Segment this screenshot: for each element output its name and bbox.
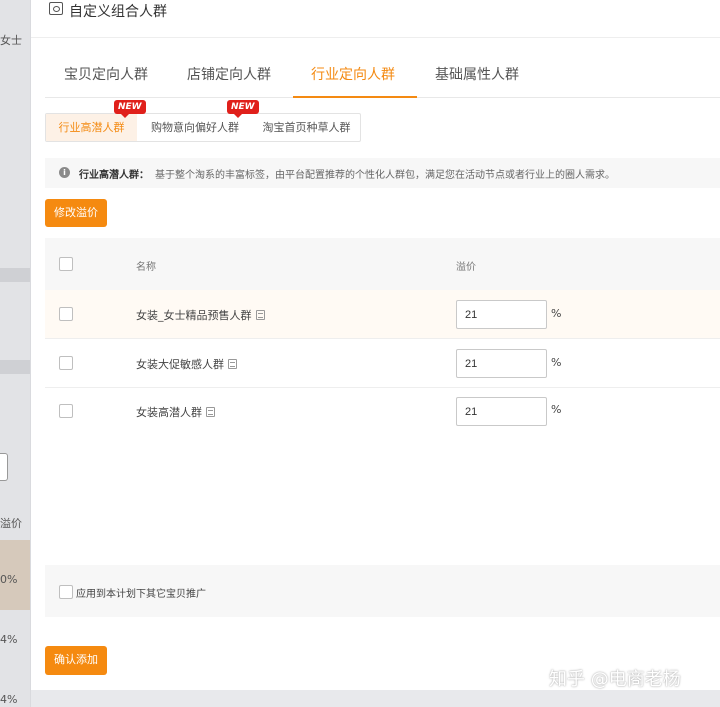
background-text: 溢价	[0, 517, 22, 530]
background-text: 女士	[0, 34, 22, 47]
apply-label: 应用到本计划下其它宝贝推广	[76, 589, 206, 600]
table-header: 名称 溢价	[45, 238, 720, 290]
tab-store-audience[interactable]: 店铺定向人群	[187, 64, 271, 84]
audience-icon	[49, 2, 63, 15]
table-row: 女装高潜人群 %	[45, 388, 720, 437]
table-row: 女装_女士精品预售人群 %	[45, 290, 720, 339]
subtab-shopping-intent[interactable]: 购物意向偏好人群 NEW	[137, 100, 259, 141]
audience-name: 女装_女士精品预售人群	[136, 307, 265, 323]
background-text: 0%	[0, 573, 18, 586]
subtab-label: 购物意向偏好人群	[151, 121, 239, 134]
premium-input[interactable]	[456, 300, 547, 329]
notice-label: 行业高潜人群：	[79, 170, 149, 181]
sub-tabs: 行业高潜人群 NEW 购物意向偏好人群 NEW 淘宝首页种草人群	[45, 100, 361, 142]
row-checkbox[interactable]	[59, 404, 73, 418]
audience-name-text: 女装_女士精品预售人群	[136, 309, 252, 322]
subtab-label: 淘宝首页种草人群	[262, 121, 351, 134]
info-notice: i 行业高潜人群： 基于整个淘系的丰富标签，由平台配置推荐的个性化人群包，满足您…	[45, 158, 720, 188]
row-checkbox[interactable]	[59, 307, 73, 321]
background-input	[0, 453, 8, 481]
table-row: 女装大促敏感人群 %	[45, 339, 720, 388]
apply-to-other-items: 应用到本计划下其它宝贝推广	[45, 565, 720, 617]
apply-checkbox[interactable]	[59, 585, 73, 599]
background-band	[0, 360, 30, 374]
column-premium: 溢价	[456, 262, 476, 273]
audience-tabs: 宝贝定向人群 店铺定向人群 行业定向人群 基础属性人群	[45, 55, 720, 98]
notice-text: 基于整个淘系的丰富标签，由平台配置推荐的个性化人群包，满足您在活动节点或者行业上…	[155, 170, 615, 181]
audience-name: 女装高潜人群	[136, 404, 215, 420]
detail-icon[interactable]	[255, 310, 265, 320]
confirm-add-button[interactable]: 确认添加	[45, 646, 107, 675]
audience-name-text: 女装高潜人群	[136, 406, 202, 419]
audience-name: 女装大促敏感人群	[136, 356, 237, 372]
modal-title: 自定义组合人群	[69, 4, 167, 20]
select-all-checkbox[interactable]	[59, 257, 73, 271]
premium-input[interactable]	[456, 397, 547, 426]
detail-icon[interactable]	[228, 359, 237, 369]
percent-unit: %	[551, 307, 562, 320]
modal-title-bar: 自定义组合人群	[31, 0, 720, 38]
edit-premium-button[interactable]: 修改溢价	[45, 199, 107, 227]
background-text: 4%	[0, 633, 18, 646]
custom-audience-modal: 自定义组合人群 宝贝定向人群 店铺定向人群 行业定向人群 基础属性人群 行业高潜…	[31, 0, 720, 690]
detail-icon[interactable]	[206, 407, 215, 417]
background-text: 4%	[0, 693, 18, 706]
info-icon: i	[59, 167, 70, 178]
audience-name-text: 女装大促敏感人群	[136, 358, 224, 371]
active-tab-indicator	[293, 96, 417, 98]
row-checkbox[interactable]	[59, 356, 73, 370]
new-badge: NEW	[227, 100, 259, 118]
subtab-industry-potential[interactable]: 行业高潜人群 NEW	[46, 100, 146, 141]
premium-input[interactable]	[456, 349, 547, 378]
subtab-label: 行业高潜人群	[58, 121, 125, 134]
background-band	[0, 268, 30, 282]
tab-basic-attribute-audience[interactable]: 基础属性人群	[435, 64, 519, 84]
subtab-homepage-seeding[interactable]: 淘宝首页种草人群	[253, 114, 360, 141]
new-badge: NEW	[114, 100, 146, 118]
tab-industry-audience[interactable]: 行业定向人群	[311, 64, 395, 84]
tab-item-audience[interactable]: 宝贝定向人群	[64, 64, 148, 84]
percent-unit: %	[551, 356, 562, 369]
column-name: 名称	[136, 262, 156, 273]
watermark: 知乎 @电商老杨	[549, 669, 681, 690]
modal-footer-strip	[31, 690, 720, 707]
percent-unit: %	[551, 403, 562, 416]
